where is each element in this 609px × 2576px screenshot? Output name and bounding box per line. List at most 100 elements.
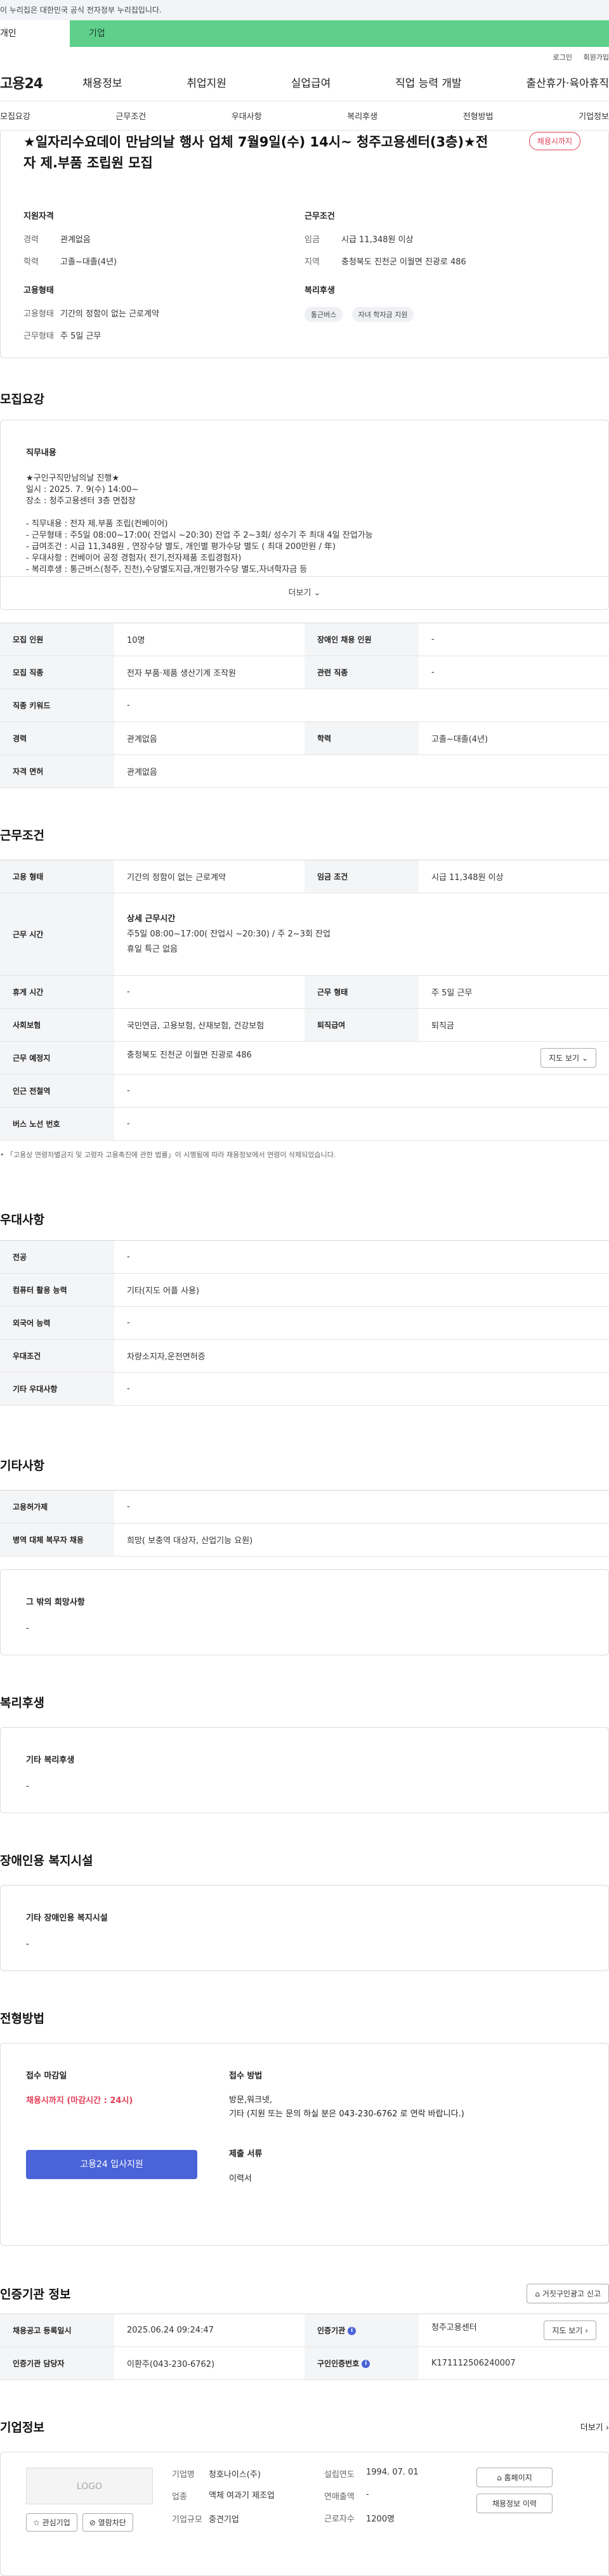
agency-table: 채용공고 등록일시 2025.06.24 09:24:47 인증기관 i 청주고용센… bbox=[0, 2314, 609, 2380]
homepage-button[interactable]: ⌂ 홈페이지 bbox=[476, 2468, 553, 2487]
agency-heading: 인증기관 정보 bbox=[0, 2288, 71, 2301]
more-button[interactable]: 더보기 ⌄ bbox=[1, 576, 608, 609]
table-key: 관련 직종 bbox=[304, 656, 419, 689]
company-value: 청호나이스(주) bbox=[209, 2470, 261, 2480]
table-value: 희망( 보충역 대상자, 산업기능 요원) bbox=[114, 1523, 609, 1557]
agency-map-button[interactable]: 지도 보기 › bbox=[544, 2320, 596, 2340]
gnb-item-unemployment-benefit[interactable]: 실업급여 bbox=[291, 74, 331, 90]
disability-title: 기타 장애인용 복지시설 bbox=[26, 1913, 108, 1923]
job-detail-card: 직무내용 ★구인구직만남의날 진행★ 일시 : 2025. 7. 9(수) 14… bbox=[0, 420, 609, 610]
table-key: 병역 대체 복무자 채용 bbox=[0, 1523, 114, 1557]
table-value: 고졸~대졸(4년) bbox=[419, 722, 609, 755]
table-value: K171112506240007 bbox=[419, 2346, 609, 2380]
qual-value: 고졸~대졸(4년) bbox=[60, 257, 117, 267]
company-key: 기업명 bbox=[172, 2470, 195, 2480]
info-icon[interactable]: i bbox=[348, 2327, 357, 2335]
method-line: 기타 (지원 또는 문의 하실 분은 043-230-6762 로 연락 바랍니… bbox=[229, 2109, 464, 2119]
table-row: 병역 대체 복무자 채용 희망( 보충역 대상자, 산업기능 요원) bbox=[0, 1523, 609, 1557]
method-heading: 접수 방법 bbox=[229, 2071, 263, 2081]
table-value: - bbox=[114, 1107, 609, 1141]
deadline-heading: 접수 마감일 bbox=[26, 2071, 67, 2081]
type-key: 고용형태 bbox=[23, 309, 54, 319]
subnav-welfare[interactable]: 복리후생 bbox=[347, 110, 377, 122]
subnav-apply[interactable]: 전형방법 bbox=[463, 110, 494, 122]
block-company-button[interactable]: ⊘ 열람차단 bbox=[82, 2513, 133, 2532]
table-key: 외국어 능력 bbox=[0, 1306, 114, 1340]
apply-button[interactable]: 고용24 입사지원 bbox=[26, 2150, 197, 2179]
signup-link[interactable]: 회원가입 bbox=[584, 53, 609, 61]
login-link[interactable]: 로그인 bbox=[553, 53, 572, 61]
table-key: 사회보험 bbox=[0, 1008, 114, 1042]
cond-key: 지역 bbox=[304, 257, 320, 267]
subnav-pref[interactable]: 우대사항 bbox=[232, 110, 262, 122]
qual-value: 관계없음 bbox=[60, 235, 91, 245]
chevron-down-icon: ⌄ bbox=[313, 588, 321, 598]
table-value: 2025.06.24 09:24:47 bbox=[114, 2314, 304, 2347]
table-row: 우대조건 차량소지자,운전면허증 bbox=[0, 1339, 609, 1373]
benefit-card: 기타 복리후생 - bbox=[0, 1727, 609, 1813]
subnav-company[interactable]: 기업정보 bbox=[579, 110, 609, 122]
gnb-item-vocational-training[interactable]: 직업 능력 개발 bbox=[395, 74, 462, 90]
job-detail-title: 직무내용 bbox=[26, 448, 56, 458]
cond-value: 시급 11,348원 이상 bbox=[341, 235, 414, 245]
auth-no-key: 구인인증번호 i bbox=[304, 2346, 419, 2380]
table-key: 전공 bbox=[0, 1240, 114, 1274]
benefit-value: - bbox=[26, 1782, 29, 1791]
tab-business[interactable]: 기업 bbox=[70, 20, 609, 47]
etc-heading: 기타사항 bbox=[0, 1459, 44, 1473]
agency-org-key: 인증기관 i bbox=[304, 2314, 419, 2347]
company-key: 설립연도 bbox=[324, 2470, 355, 2480]
table-value: - bbox=[114, 1074, 609, 1108]
table-value: 이환주(043-230-6762) bbox=[114, 2346, 304, 2380]
more-label: 더보기 bbox=[288, 588, 311, 598]
home-icon: ⌂ bbox=[535, 2289, 540, 2298]
job-title: ★일자리수요데이 만남의날 행사 업체 7월9일(수) 14시~ 청주고용센터(… bbox=[23, 134, 488, 171]
company-card: LOGO ☆ 관심기업 ⊘ 열람차단 기업명 청호나이스(주) 업종 액체 여과기 제… bbox=[0, 2452, 609, 2576]
table-key: 고용허가제 bbox=[0, 1490, 114, 1524]
age-note-text: 「고용상 연령차별금지 및 고령자 고용촉진에 관한 법률」이 시행됨에 따라 … bbox=[6, 1151, 336, 1159]
home-icon: ⌂ bbox=[497, 2473, 502, 2482]
report-button[interactable]: ⌂ 거짓구인광고 신고 bbox=[527, 2284, 609, 2303]
type-key: 근무형태 bbox=[23, 332, 54, 341]
table-row: 경력 관계없음 학력 고졸~대졸(4년) bbox=[0, 722, 609, 755]
global-nav: 고용24 채용정보 취업지원 실업급여 직업 능력 개발 출산휴가·육아휴직 bbox=[0, 63, 609, 101]
qual-key: 경력 bbox=[23, 235, 39, 245]
company-more-link[interactable]: 더보기 › bbox=[580, 2421, 609, 2433]
table-value: - bbox=[114, 1240, 609, 1274]
table-key: 경력 bbox=[0, 722, 114, 755]
subnav-recruit[interactable]: 모집요강 bbox=[0, 110, 30, 122]
gnb-item-parental-leave[interactable]: 출산휴가·육아휴직 bbox=[526, 74, 609, 90]
table-value: 관계없음 bbox=[114, 754, 609, 788]
disability-heading: 장애인용 복지시설 bbox=[0, 1854, 93, 1868]
gnb-item-employment-support[interactable]: 취업지원 bbox=[187, 74, 226, 90]
company-value: 액체 여과기 제조업 bbox=[209, 2491, 275, 2501]
apply-card: 접수 마감일 채용시까지 (마감시간 : 24시) 고용24 입사지원 접수 방… bbox=[0, 2043, 609, 2246]
chevron-right-icon: › bbox=[605, 2423, 609, 2433]
company-key: 연매출액 bbox=[324, 2492, 355, 2502]
info-icon[interactable]: i bbox=[362, 2360, 370, 2368]
tab-personal[interactable]: 개인 bbox=[0, 20, 70, 47]
gnb-item-jobs[interactable]: 채용정보 bbox=[82, 74, 122, 90]
cond-value: 충청북도 진천군 이월면 진광로 486 bbox=[341, 257, 466, 267]
welfare-heading: 복리후생 bbox=[304, 286, 335, 295]
recruit-heading: 모집요강 bbox=[0, 392, 44, 406]
block-label: 열람차단 bbox=[98, 2518, 126, 2527]
block-icon: ⊘ bbox=[89, 2518, 96, 2527]
table-value: 퇴직금 bbox=[419, 1008, 609, 1042]
table-value: - bbox=[114, 975, 304, 1009]
table-key: 근무 형태 bbox=[304, 975, 419, 1009]
pref-heading: 우대사항 bbox=[0, 1213, 44, 1227]
subnav-workcond[interactable]: 근무조건 bbox=[115, 110, 146, 122]
job-history-button[interactable]: 채용정보 이력 bbox=[476, 2494, 553, 2513]
table-row: 사회보험 국민연금, 고용보험, 산재보험, 건강보험 퇴직급여 퇴직금 bbox=[0, 1008, 609, 1042]
map-button[interactable]: 지도 보기 ⌄ bbox=[540, 1048, 596, 1068]
company-value: 1994. 07. 01 bbox=[366, 2468, 419, 2477]
table-value: - bbox=[419, 656, 609, 689]
company-value: - bbox=[366, 2490, 369, 2499]
favorite-company-button[interactable]: ☆ 관심기업 bbox=[26, 2513, 77, 2532]
site-logo[interactable]: 고용24 bbox=[0, 72, 76, 93]
company-value: 중견기업 bbox=[209, 2515, 239, 2525]
qual-key: 학력 bbox=[23, 257, 39, 267]
apply-section: 전형방법 접수 마감일 채용시까지 (마감시간 : 24시) 고용24 입사지원… bbox=[0, 2009, 609, 2246]
company-logo: LOGO bbox=[26, 2468, 153, 2504]
